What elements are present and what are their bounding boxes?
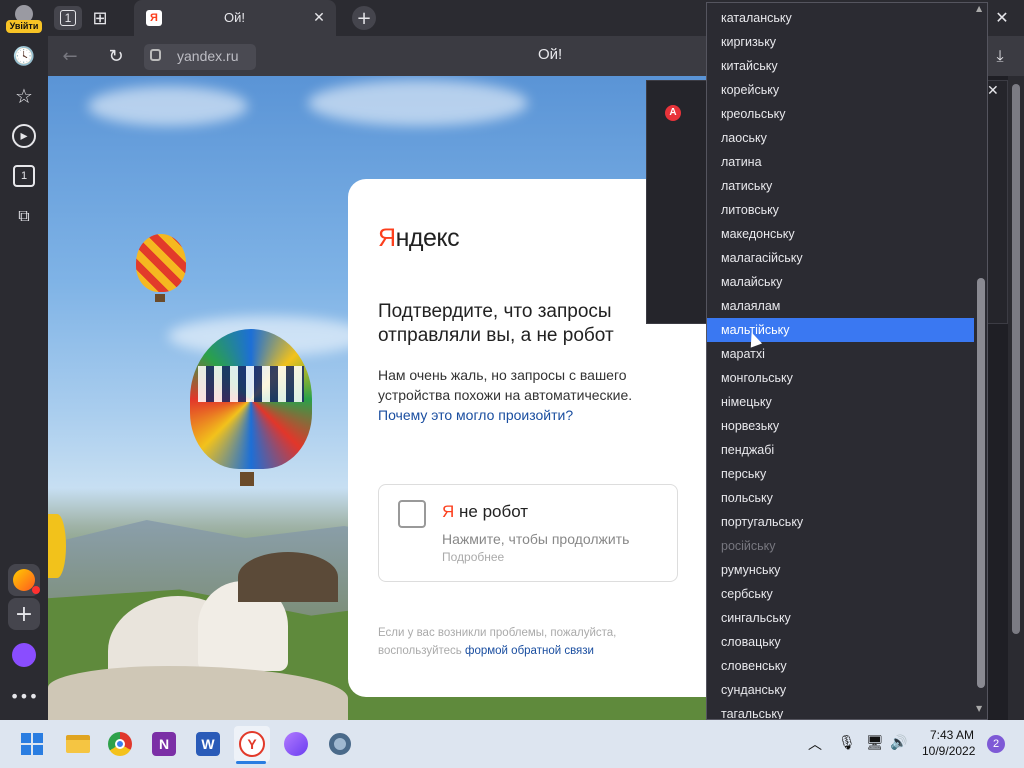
tab-active[interactable]: Я Ой! ✕	[134, 0, 336, 36]
language-option[interactable]: румунську	[707, 558, 987, 582]
language-option[interactable]: німецьку	[707, 390, 987, 414]
feedback-note: Если у вас возникли проблемы, пожалуйста…	[378, 627, 617, 657]
language-option[interactable]: сингальську	[707, 606, 987, 630]
clock-date[interactable]: 10/9/2022	[922, 744, 975, 758]
microphone-icon[interactable]: 🎙	[838, 734, 856, 751]
page-heading: Подтвердите, что запросы отправляли вы, …	[378, 301, 614, 346]
more-icon[interactable]: •••	[10, 684, 38, 708]
captcha-hint: Нажмите, чтобы продолжить	[442, 531, 630, 547]
language-option[interactable]: литовську	[707, 198, 987, 222]
not-robot-label[interactable]: Я не робот	[442, 502, 528, 522]
notification-dot	[32, 586, 40, 594]
close-window-icon[interactable]: ✕	[992, 6, 1012, 28]
yandex-browser-icon[interactable]: Y	[234, 726, 270, 762]
language-option[interactable]: пенджабі	[707, 438, 987, 462]
volume-icon[interactable]: 🔊	[890, 734, 907, 751]
not-robot-checkbox[interactable]	[398, 500, 426, 528]
alice-taskbar-icon[interactable]	[278, 726, 314, 762]
play-icon[interactable]: ▸	[12, 124, 36, 148]
language-option[interactable]: тагальську	[707, 702, 987, 719]
why-link[interactable]: Почему это могло произойти?	[378, 407, 573, 423]
language-option[interactable]: словенську	[707, 654, 987, 678]
tab-counter: 1	[59, 10, 77, 26]
tabs-count-icon[interactable]: 1	[13, 165, 35, 187]
tab-counter-button[interactable]: 1	[54, 6, 82, 30]
history-icon[interactable]: 🕓	[12, 44, 36, 68]
language-option[interactable]: маратхі	[707, 342, 987, 366]
language-option: російську	[721, 539, 776, 553]
settings-gear-icon[interactable]	[322, 726, 358, 762]
tray-chevron-icon[interactable]: ︿	[808, 734, 822, 754]
page-scroll-thumb[interactable]	[1012, 84, 1020, 634]
language-option[interactable]: словацьку	[707, 630, 987, 654]
browser-sidebar: 🕓 ☆ ▸ 1 ⧉ + •••	[0, 36, 48, 720]
address-text: yandex.ru	[177, 48, 239, 64]
language-option[interactable]: малаялам	[707, 294, 987, 318]
clock-time[interactable]: 7:43 AM	[930, 728, 974, 742]
word-icon[interactable]: W	[190, 726, 226, 762]
language-option[interactable]: малайську	[707, 270, 987, 294]
new-tab-group-icon[interactable]: ⊞	[86, 6, 114, 30]
profile-button[interactable]: Увійти	[6, 3, 42, 33]
yandex-logo: Яндекс	[378, 224, 460, 252]
language-list: каталанську киргизьку китайську корейську кр…	[707, 3, 987, 719]
language-option[interactable]: норвезьку	[707, 414, 987, 438]
start-windows-icon[interactable]	[14, 726, 50, 762]
language-dropdown[interactable]: каталанську киргизьку китайську корейську кр…	[706, 2, 988, 720]
lock-icon	[150, 49, 161, 61]
tab-title: Ой!	[224, 10, 245, 25]
page-description: Нам очень жаль, но запросы с вашего устр…	[378, 367, 633, 423]
language-option[interactable]: каталанську	[707, 6, 987, 30]
language-option[interactable]: малагасійську	[707, 246, 987, 270]
dropdown-scroll-up-icon[interactable]: ▲	[976, 4, 982, 13]
file-explorer-icon[interactable]	[60, 726, 96, 762]
chrome-icon[interactable]	[102, 726, 138, 762]
language-option[interactable]: киргизьку	[707, 30, 987, 54]
alice-assistant-icon[interactable]	[12, 643, 36, 667]
download-icon[interactable]: ⤓	[988, 44, 1012, 68]
dropdown-scroll-thumb[interactable]	[977, 278, 985, 688]
language-option[interactable]: лаоську	[707, 126, 987, 150]
network-icon[interactable]: 🖥	[866, 734, 884, 751]
mail-app-icon[interactable]	[8, 564, 40, 596]
language-option[interactable]: китайську	[707, 54, 987, 78]
language-option[interactable]: сунданську	[707, 678, 987, 702]
address-field[interactable]: yandex.ru	[144, 44, 256, 70]
language-option[interactable]: корейську	[707, 78, 987, 102]
page-title: Ой!	[538, 46, 563, 63]
bookmarks-star-icon[interactable]: ☆	[12, 84, 36, 108]
translate-icon[interactable]: A	[665, 105, 681, 121]
hot-air-balloon-small	[136, 234, 186, 292]
back-icon[interactable]: ←	[58, 44, 82, 68]
screenshot-icon[interactable]: ⧉	[12, 204, 36, 228]
language-option[interactable]: креольську	[707, 102, 987, 126]
captcha-more-link[interactable]: Подробнее	[442, 550, 504, 564]
onenote-icon[interactable]: N	[146, 726, 182, 762]
language-option[interactable]: латиську	[707, 174, 987, 198]
language-option[interactable]: перську	[707, 462, 987, 486]
language-option[interactable]: португальську	[707, 510, 987, 534]
language-option[interactable]: латина	[707, 150, 987, 174]
language-option[interactable]: монгольську	[707, 366, 987, 390]
language-option[interactable]: македонську	[707, 222, 987, 246]
new-tab-button[interactable]: +	[352, 6, 376, 30]
language-option[interactable]: польську	[707, 486, 987, 510]
language-option[interactable]: сербську	[707, 582, 987, 606]
feedback-form-link[interactable]: формой обратной связи	[465, 645, 594, 657]
notification-badge[interactable]: 2	[987, 735, 1005, 753]
yandex-favicon: Я	[146, 10, 162, 26]
translate-close-icon[interactable]: ✕	[987, 83, 999, 99]
add-app-icon[interactable]: +	[8, 598, 40, 630]
reload-icon[interactable]: ↻	[104, 44, 128, 68]
profile-login-badge: Увійти	[6, 20, 42, 33]
dropdown-scroll-down-icon[interactable]: ▼	[976, 704, 982, 713]
close-tab-icon[interactable]: ✕	[310, 9, 328, 27]
